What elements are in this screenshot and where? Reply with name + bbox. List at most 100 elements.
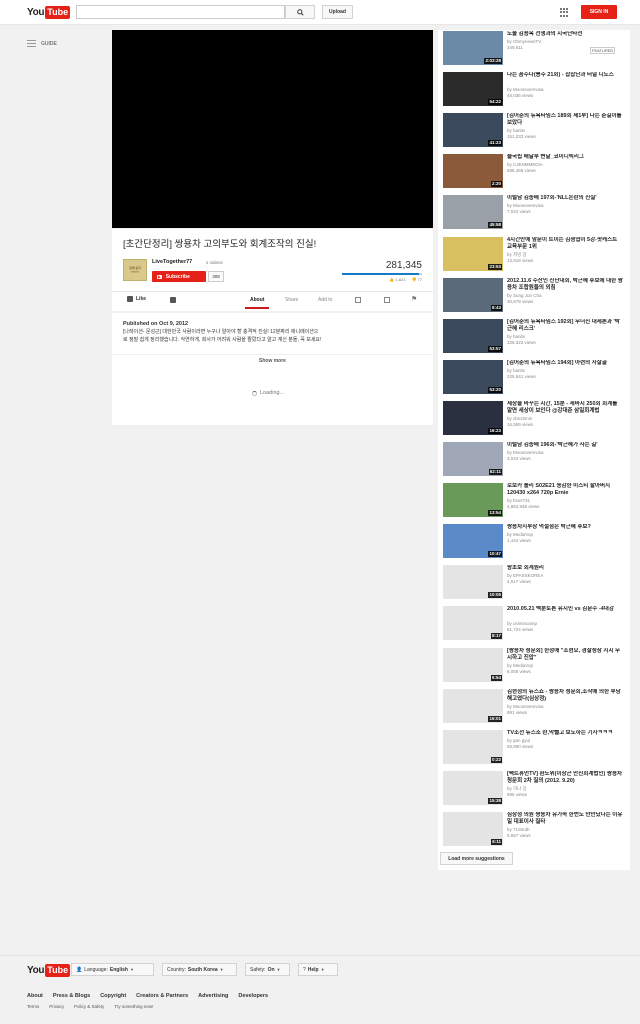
- video-thumbnail[interactable]: 54:22: [443, 72, 503, 106]
- video-thumbnail[interactable]: 8:43: [443, 278, 503, 312]
- related-video-item[interactable]: 13:54 로보카 폴리 S02E21 용감한 미스티 할아버지 120430 x…: [443, 483, 623, 519]
- language-picker[interactable]: 👤 Language: English ▼: [71, 963, 154, 976]
- related-video-title[interactable]: 심상정 의원 쌍용차 유가족 한번도 만안났다는 이유일 대표이사 질타: [507, 812, 623, 826]
- guide-button[interactable]: GUIDE: [27, 40, 57, 47]
- video-thumbnail[interactable]: 53:57: [443, 319, 503, 353]
- related-video-item[interactable]: 41:23 [김어준의 뉴욕타임스 189회 제1부] 나는 준길이를 보았다 by…: [443, 113, 623, 149]
- video-thumbnail[interactable]: 8:17: [443, 606, 503, 640]
- related-video-item[interactable]: 45:58 이털남 김종배 197회-'NLL논란의 진실' by Moonever…: [443, 195, 623, 231]
- related-video-item[interactable]: 6:54 [쌍용차 청문회] 한정애 "조현오, 경찰청장 지시 무시하고 진압"…: [443, 648, 623, 684]
- related-video-title[interactable]: 2010.05.21 백분토론 유시민 vs 김문수 -4대강: [507, 606, 623, 613]
- subscribe-button[interactable]: ▶ Subscribe: [152, 271, 206, 282]
- footer-link[interactable]: Developers: [238, 993, 268, 999]
- related-video-title[interactable]: 로보카 폴리 S02E21 용감한 미스티 할아버지 120430 x264 7…: [507, 483, 623, 497]
- video-thumbnail[interactable]: 6:54: [443, 648, 503, 682]
- video-thumbnail[interactable]: 2:03:28: [443, 31, 503, 65]
- footer-link[interactable]: Press & Blogs: [53, 993, 90, 999]
- apps-grid-icon[interactable]: [560, 8, 569, 17]
- related-video-title[interactable]: [김어준의 뉴욕타임스 194회] 아련의 자살골: [507, 360, 623, 367]
- related-video-title[interactable]: 이털남 김종배 196회-'박근혜가 사는 길': [507, 442, 623, 449]
- youtube-mini-icon: ▶: [157, 274, 162, 279]
- footer-link[interactable]: Terms: [27, 1004, 39, 1009]
- related-video-item[interactable]: 16:23 세상을 바꾸는 시간, 15분 - 세바시 250회 회계를 알면 세…: [443, 401, 623, 437]
- video-thumbnail[interactable]: 10:05: [443, 565, 503, 599]
- related-video-title[interactable]: [팩트휴먼TV] 환노위(이상곤 안진회계법인) 쌍용차청문회 2차 질의 (2…: [507, 771, 623, 785]
- related-video-item[interactable]: 8:17 2010.05.21 백분토론 유시민 vs 김문수 -4대강 by us…: [443, 606, 623, 642]
- video-thumbnail[interactable]: 15:38: [443, 771, 503, 805]
- footer-link[interactable]: Copyright: [100, 993, 126, 999]
- upload-button[interactable]: Upload: [322, 5, 353, 19]
- search-button[interactable]: [285, 5, 315, 19]
- video-thumbnail[interactable]: 6:11: [443, 812, 503, 846]
- related-video-title[interactable]: 나는 꼼수다(봉주 21회) - 삽잡단과 터널 디도스: [507, 72, 623, 79]
- related-video-item[interactable]: 2:03:28 도올 김용옥 선생과의 시국난타전 by OhmynewsTV 349…: [443, 31, 623, 67]
- related-video-title[interactable]: 도올 김용옥 선생과의 시국난타전: [507, 31, 623, 38]
- related-video-views: 16,559 views: [507, 422, 534, 427]
- video-thumbnail[interactable]: 52:11: [443, 442, 503, 476]
- thumbs-down-icon[interactable]: [170, 297, 176, 303]
- related-video-item[interactable]: 15:38 [팩트휴먼TV] 환노위(이상곤 안진회계법인) 쌍용차청문회 2차 …: [443, 771, 623, 807]
- video-thumbnail[interactable]: 13:54: [443, 483, 503, 517]
- related-video-item[interactable]: 10:47 쌍용차지부장 먹설점은 박근혜 후보? by MediaVop 1,444…: [443, 524, 623, 560]
- stats-icon[interactable]: [355, 297, 361, 303]
- safety-picker[interactable]: Safety: On ▼: [245, 963, 290, 976]
- footer-logo[interactable]: You Tube: [27, 964, 71, 977]
- video-thumbnail[interactable]: 45:58: [443, 195, 503, 229]
- video-thumbnail[interactable]: 53:20: [443, 360, 503, 394]
- youtube-logo[interactable]: You Tube: [27, 6, 71, 19]
- video-thumbnail[interactable]: 41:23: [443, 113, 503, 147]
- help-button[interactable]: ? Help ▼: [298, 963, 338, 976]
- footer-link[interactable]: Advertising: [198, 993, 228, 999]
- like-button[interactable]: Like: [127, 296, 146, 302]
- related-video-item[interactable]: 0:22 TV조선 뉴스소 란,막뺄고 보도하는 기자ㅋㅋㅋ by gan gyul…: [443, 730, 623, 766]
- load-more-button[interactable]: Load more suggestions: [440, 852, 513, 865]
- video-thumbnail[interactable]: 23:53: [443, 237, 503, 271]
- related-video-title[interactable]: 쌍용차지부장 먹설점은 박근혜 후보?: [507, 524, 623, 531]
- related-video-item[interactable]: 53:57 [김어준의 뉴욕타임스 192회] 무너진 대세론과 '박근혜 리스크…: [443, 319, 623, 355]
- related-video-title[interactable]: TV조선 뉴스소 란,막뺄고 보도하는 기자ㅋㅋㅋ: [507, 730, 623, 737]
- channel-avatar[interactable]: 함께 살자 YYYY: [123, 259, 147, 281]
- related-video-item[interactable]: 6:11 심상정 의원 쌍용차 유가족 한번도 만안났다는 이유일 대표이사 질타…: [443, 812, 623, 848]
- footer-link[interactable]: Try something new!: [114, 1004, 153, 1009]
- tab-about[interactable]: About: [250, 297, 264, 303]
- footer-link[interactable]: Policy & Safety: [74, 1004, 104, 1009]
- video-thumbnail[interactable]: 10:47: [443, 524, 503, 558]
- tab-share[interactable]: Share: [285, 297, 298, 303]
- related-video-title[interactable]: [김어준의 뉴욕타임스 189회 제1부] 나는 준길이를 보았다: [507, 113, 623, 127]
- footer-link[interactable]: Privacy: [49, 1004, 64, 1009]
- video-thumbnail[interactable]: 16:23: [443, 401, 503, 435]
- video-thumbnail[interactable]: 0:22: [443, 730, 503, 764]
- related-video-title[interactable]: 2012.11.6 수산인 진단대회, 박근혜 후보에 대한 쌍용차 조합원들의…: [507, 278, 623, 292]
- sign-in-button[interactable]: SIGN IN: [581, 5, 617, 19]
- channel-name[interactable]: LiveTogether77: [152, 259, 192, 265]
- footer-link[interactable]: Creators & Partners: [136, 993, 188, 999]
- related-video-item[interactable]: 53:20 [김어준의 뉴욕타임스 194회] 아련의 자살골 by hanitv 2…: [443, 360, 623, 396]
- transcript-icon[interactable]: [384, 297, 390, 303]
- related-video-item[interactable]: 16:01 김현정의 뉴스쇼 - 쌍용차 청문회,조작에 의한 부당해고였다(심상…: [443, 689, 623, 725]
- video-thumbnail[interactable]: 2:20: [443, 154, 503, 188]
- related-video-title[interactable]: 줄국립 배달부 변달_코미디빅리그: [507, 154, 623, 161]
- related-video-item[interactable]: 8:43 2012.11.6 수산인 진단대회, 박근혜 후보에 대한 쌍용차 조…: [443, 278, 623, 314]
- show-more-button[interactable]: Show more: [112, 354, 433, 364]
- related-video-item[interactable]: 2:20 줄국립 배달부 변달_코미디빅리그 by CJENMMEDIA 586,46…: [443, 154, 623, 190]
- related-video-title[interactable]: 왕초보 회계원리: [507, 565, 623, 572]
- search-input[interactable]: [76, 5, 285, 19]
- related-video-item[interactable]: 10:05 왕초보 회계원리 by EPASSKOREA 4,517 views: [443, 565, 623, 601]
- related-video-item[interactable]: 54:22 나는 꼼수다(봉주 21회) - 삽잡단과 터널 디도스 by Moon…: [443, 72, 623, 108]
- like-dislike-counts: 👍 1,821 👎 77: [389, 277, 422, 282]
- related-video-title[interactable]: 세상을 바꾸는 시간, 15분 - 세바시 250회 회계를 알면 세상이 보인…: [507, 401, 623, 415]
- related-video-item[interactable]: 23:53 4시간만에 앞문이 트이는 김셩엽이 5강-팟캐스트 교육부문 1위 b…: [443, 237, 623, 273]
- video-thumbnail[interactable]: 16:01: [443, 689, 503, 723]
- related-video-title[interactable]: 이털남 김종배 197회-'NLL논란의 진실': [507, 195, 623, 202]
- video-player[interactable]: [112, 30, 433, 228]
- related-video-title[interactable]: [쌍용차 청문회] 한정애 "조현오, 경찰청장 지시 무시하고 진압": [507, 648, 623, 662]
- related-video-title[interactable]: [김어준의 뉴욕타임스 192회] 무너진 대세론과 '박근혜 리스크': [507, 319, 623, 333]
- tab-add-to[interactable]: Add to: [318, 297, 332, 303]
- channel-video-count[interactable]: 2 videos: [206, 260, 223, 265]
- country-picker[interactable]: Country: South Korea ▼: [162, 963, 237, 976]
- flag-icon[interactable]: ⚑: [411, 296, 417, 303]
- related-video-title[interactable]: 4시간만에 앞문이 트이는 김셩엽이 5강-팟캐스트 교육부문 1위: [507, 237, 623, 251]
- related-video-item[interactable]: 52:11 이털남 김종배 196회-'박근혜가 사는 길' by Moonever…: [443, 442, 623, 478]
- footer-link[interactable]: About: [27, 993, 43, 999]
- related-video-title[interactable]: 김현정의 뉴스쇼 - 쌍용차 청문회,조작에 의한 부당해고였다(심상정): [507, 689, 623, 703]
